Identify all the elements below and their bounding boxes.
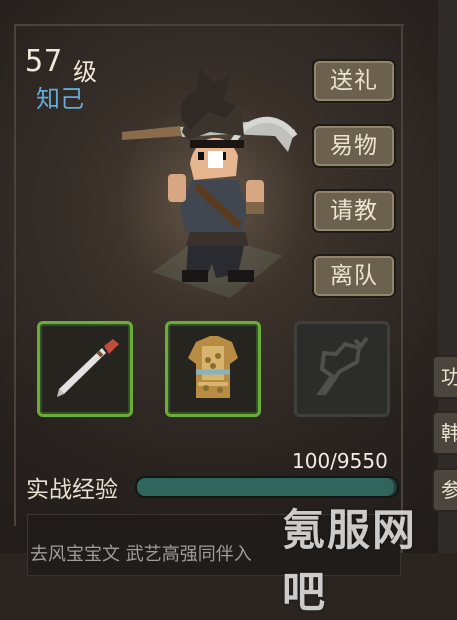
ask-button[interactable]: 请教 <box>312 189 396 233</box>
panel-frame-right <box>401 26 403 553</box>
panel-frame-left <box>14 26 16 526</box>
armor-icon <box>188 336 238 398</box>
experience-value: 100/9550 <box>292 449 388 473</box>
character-level: 57 <box>25 44 64 79</box>
character-portrait <box>122 68 298 282</box>
right-tab-2[interactable]: 韩 <box>432 411 457 455</box>
description-text: 去风宝宝文 武艺高强同伴入 <box>30 544 252 565</box>
relationship-status: 知己 <box>36 85 84 113</box>
trade-button[interactable]: 易物 <box>312 124 396 168</box>
armor-slot[interactable] <box>165 321 261 417</box>
watermark-logo: 氪服网吧 <box>282 506 417 618</box>
leave-party-button[interactable]: 离队 <box>312 254 396 298</box>
panel-frame-top <box>14 24 404 26</box>
experience-fill <box>137 478 395 496</box>
blade-icon <box>57 339 119 397</box>
gift-button[interactable]: 送礼 <box>312 59 396 103</box>
weapon-slot[interactable] <box>37 321 133 417</box>
experience-bar <box>135 476 399 498</box>
accessory-slot[interactable] <box>294 321 390 417</box>
empty-accessory-icon <box>316 336 369 395</box>
right-tab-1[interactable]: 功 <box>432 355 457 399</box>
experience-label: 实战经验 <box>26 477 118 503</box>
